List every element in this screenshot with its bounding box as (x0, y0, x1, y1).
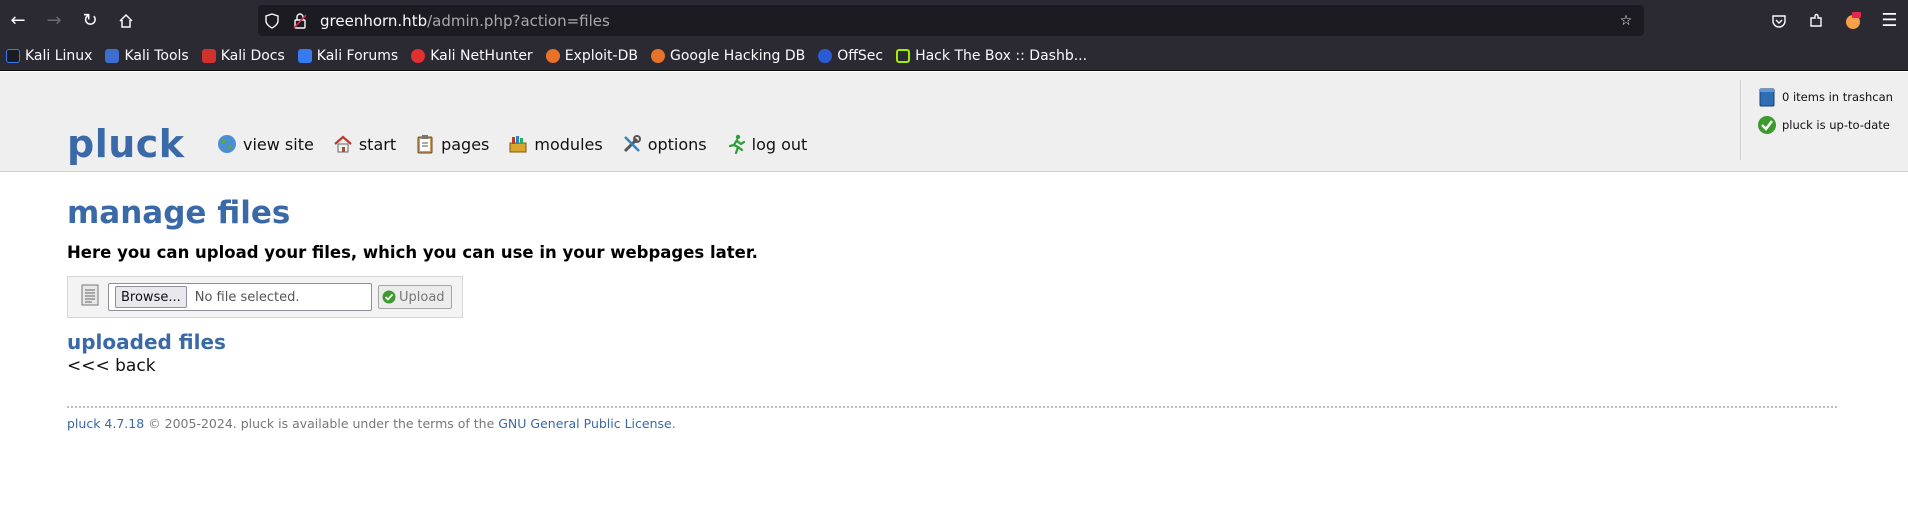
menu-start[interactable]: start (332, 133, 396, 155)
menu-label: log out (751, 134, 808, 154)
insecure-lock-icon[interactable] (286, 7, 314, 35)
update-status: pluck is up-to-date (1757, 114, 1908, 136)
bookmark-kali-nethunter[interactable]: Kali NetHunter (411, 47, 533, 64)
url-bar[interactable]: greenhorn.htb/admin.php?action=files ☆ (258, 5, 1644, 36)
bookmark-kali-linux[interactable]: Kali Linux (6, 48, 92, 64)
kali-nethunter-icon (411, 48, 426, 63)
bookmark-label: Kali Linux (25, 47, 93, 64)
ghdb-icon (650, 48, 665, 63)
bookmark-label: Kali NetHunter (430, 47, 533, 64)
bookmark-label: Google Hacking DB (669, 47, 806, 64)
upload-form: Browse... No file selected. Upload (67, 276, 463, 318)
forward-arrow-icon[interactable]: → (36, 3, 72, 39)
intro-text: Here you can upload your files, which yo… (67, 243, 758, 262)
url-path: /admin.php?action=files (427, 12, 610, 30)
admin-menu: view site start pages modules options lo… (216, 133, 825, 155)
bookmark-label: OffSec (837, 47, 884, 64)
menu-label: start (358, 134, 397, 154)
menu-label: modules (534, 134, 603, 154)
kali-tools-icon (105, 48, 120, 63)
main-content: manage files Here you can upload your fi… (67, 173, 1837, 431)
exploit-db-icon (545, 48, 560, 63)
menu-options[interactable]: options (621, 133, 707, 155)
upload-label: Upload (399, 289, 445, 305)
bookmark-hack-the-box[interactable]: Hack The Box :: Dashb... (896, 48, 1087, 64)
pluck-version-link[interactable]: pluck 4.7.18 (67, 416, 144, 431)
account-avatar-icon[interactable] (1834, 3, 1871, 39)
status-panel: 0 items in trashcan pluck is up-to-date (1740, 80, 1908, 160)
bookmark-label: Kali Forums (316, 47, 399, 64)
kali-docs-icon (201, 48, 216, 63)
bookmark-kali-docs[interactable]: Kali Docs (201, 47, 285, 64)
bookmark-label: Hack The Box :: Dashb... (915, 47, 1088, 64)
hack-the-box-icon (896, 48, 911, 63)
menu-log-out[interactable]: log out (725, 133, 808, 155)
menu-pages[interactable]: pages (414, 133, 489, 155)
no-file-text: No file selected. (194, 289, 300, 305)
upload-button[interactable]: Upload (378, 285, 452, 309)
footer: pluck 4.7.18 © 2005-2024. pluck is avail… (67, 416, 1837, 431)
menu-view-site[interactable]: view site (216, 133, 314, 155)
kali-linux-icon (6, 48, 20, 63)
check-icon (382, 290, 396, 304)
uploaded-files-heading: uploaded files (67, 330, 226, 354)
back-arrow-icon[interactable]: ← (0, 3, 36, 39)
gpl-license-link[interactable]: GNU General Public License (498, 416, 672, 431)
trashcan-status[interactable]: 0 items in trashcan (1757, 86, 1908, 108)
pocket-icon[interactable] (1760, 3, 1797, 39)
menu-label: pages (441, 134, 490, 154)
running-man-icon (725, 133, 747, 155)
bookmarks-toolbar: Kali Linux Kali Tools Kali Docs Kali For… (0, 41, 1908, 71)
bookmark-google-hacking-db[interactable]: Google Hacking DB (650, 47, 806, 64)
browser-toolbar: ← → ↻ greenhorn.htb/admin.php?action=fil… (0, 0, 1908, 41)
bookmark-exploit-db[interactable]: Exploit-DB (545, 47, 638, 64)
bookmark-label: Kali Tools (124, 47, 189, 64)
tools-icon (621, 133, 643, 155)
home-icon[interactable] (108, 3, 144, 39)
bookmark-kali-forums[interactable]: Kali Forums (297, 47, 399, 64)
house-icon (332, 133, 354, 155)
footer-text: © 2005-2024. pluck is available under th… (144, 416, 499, 431)
extensions-icon[interactable] (1797, 3, 1834, 39)
document-icon (80, 283, 100, 311)
footer-end: . (671, 416, 676, 431)
trashcan-text: 0 items in trashcan (1782, 90, 1893, 104)
offsec-icon (818, 48, 833, 63)
file-input[interactable]: Browse... No file selected. (108, 283, 372, 311)
hamburger-menu-icon[interactable]: ☰ (1871, 3, 1908, 39)
bookmark-star-icon[interactable]: ☆ (1612, 7, 1640, 35)
menu-label: view site (243, 134, 314, 154)
back-link[interactable]: <<< back (67, 356, 1837, 376)
pluck-header: pluck view site start pages modules opti… (0, 72, 1908, 172)
bookmark-kali-tools[interactable]: Kali Tools (105, 47, 189, 64)
globe-icon (216, 133, 238, 155)
clipboard-icon (414, 133, 436, 155)
pluck-logo[interactable]: pluck (67, 122, 185, 166)
bookmark-offsec[interactable]: OffSec (818, 48, 883, 64)
update-text: pluck is up-to-date (1782, 118, 1890, 132)
bookmark-label: Kali Docs (220, 47, 285, 64)
reload-icon[interactable]: ↻ (72, 3, 108, 39)
menu-label: options (647, 134, 707, 154)
bookmark-label: Exploit-DB (564, 47, 638, 64)
menu-modules[interactable]: modules (507, 133, 603, 155)
browse-button[interactable]: Browse... (115, 286, 187, 308)
url-host: greenhorn.htb (320, 12, 428, 30)
page-title: manage files (67, 195, 291, 231)
trashcan-icon (1757, 87, 1777, 107)
footer-divider (67, 406, 1837, 408)
check-circle-icon (1757, 115, 1777, 135)
shield-icon[interactable] (258, 7, 286, 35)
modules-icon (507, 133, 529, 155)
kali-forums-icon (297, 48, 312, 63)
url-text: greenhorn.htb/admin.php?action=files (320, 11, 610, 30)
